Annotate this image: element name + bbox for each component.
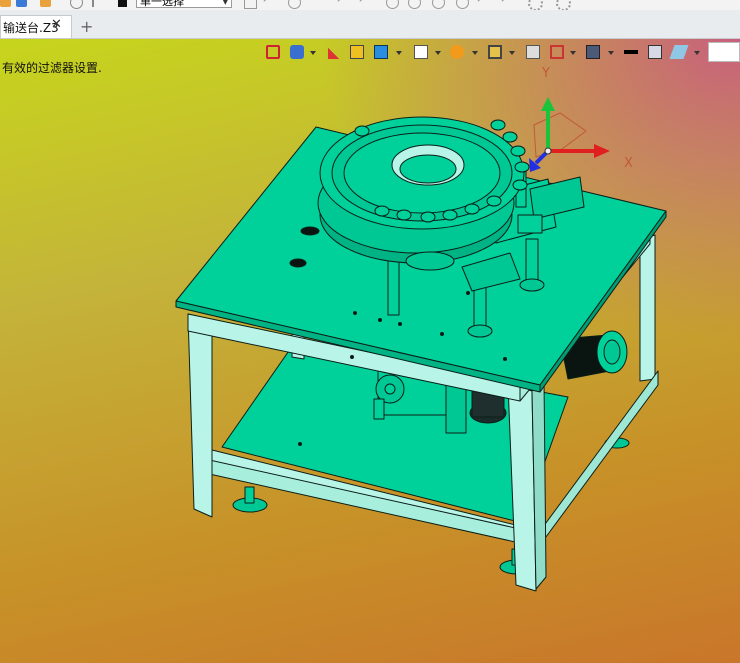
line-icon[interactable] (263, 0, 280, 10)
circle-icon[interactable] (386, 0, 399, 9)
arc-icon[interactable] (288, 0, 301, 9)
top-toolbar: 单一选择 ▼ (0, 0, 740, 10)
point-icon[interactable] (432, 0, 445, 9)
chevron-down-icon: ▼ (222, 0, 228, 6)
pointer-icon[interactable] (92, 0, 96, 7)
conveyor-table-model[interactable]: Y X (0, 39, 740, 663)
3d-viewport[interactable]: 有效的过滤器设置. Y X (0, 39, 740, 663)
frame-leg (187, 313, 213, 518)
filter-icon[interactable] (244, 0, 257, 9)
line-icon[interactable] (337, 0, 354, 10)
save-icon[interactable] (16, 0, 27, 7)
line-icon[interactable] (477, 0, 494, 10)
support-post (387, 258, 400, 316)
stop-icon[interactable] (118, 0, 127, 7)
line-icon[interactable] (359, 0, 376, 10)
circle-icon[interactable] (408, 0, 421, 9)
coordinate-triad: Y X (529, 66, 633, 172)
shaft (373, 398, 385, 420)
settings-icon[interactable] (556, 0, 571, 10)
frame-leg (639, 234, 656, 382)
document-tab-bar: 输送台.Z3 ✕ + (0, 10, 740, 39)
selection-mode-dropdown[interactable]: 单一选择 ▼ (136, 0, 232, 8)
point-icon[interactable] (456, 0, 469, 9)
x-axis-label: X (624, 156, 633, 171)
tab-document[interactable]: 输送台.Z3 ✕ (0, 15, 72, 38)
snap-icon[interactable] (70, 0, 83, 9)
close-icon[interactable]: ✕ (51, 17, 62, 32)
settings-icon[interactable] (528, 0, 543, 10)
redo-icon[interactable] (40, 0, 51, 7)
y-axis-label: Y (541, 66, 550, 81)
mount-hole (289, 258, 307, 268)
add-tab-button[interactable]: + (80, 17, 93, 36)
mount-hole (300, 226, 320, 236)
line-icon[interactable] (501, 0, 518, 10)
selection-mode-value: 单一选择 (140, 0, 184, 8)
leveling-foot (232, 486, 268, 513)
undo-icon[interactable] (0, 0, 11, 7)
